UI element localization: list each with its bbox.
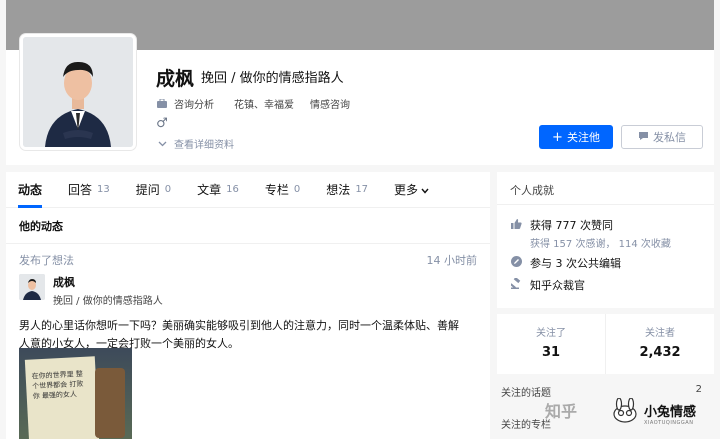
achievement-likes: 获得 777 次赞同 — [497, 215, 714, 235]
chat-bubble-icon — [638, 131, 649, 144]
tab-columns[interactable]: 专栏 0 — [265, 172, 300, 207]
message-button[interactable]: 发私信 — [621, 125, 703, 149]
following-stat[interactable]: 关注了 31 — [497, 314, 605, 374]
tab-questions[interactable]: 提问 0 — [136, 172, 171, 207]
position-text: 情感咨询 — [310, 100, 350, 111]
tab-more[interactable]: 更多 — [394, 172, 429, 207]
profile-header: 成枫 挽回 / 做你的情感指路人 咨询分析 花镇、幸福爱 情感咨询 ♂ 查看详细… — [6, 34, 714, 165]
feed-action: 发布了想法 — [19, 254, 74, 267]
tab-count: 0 — [164, 184, 172, 195]
profile-headline: 挽回 / 做你的情感指路人 — [201, 71, 344, 86]
followers-count: 2,432 — [639, 345, 681, 360]
author-avatar[interactable] — [19, 274, 45, 300]
feed-item-meta: 发布了想法 14 小时前 — [6, 244, 490, 268]
feed-time: 14 小时前 — [426, 254, 478, 267]
likes-text: 获得 777 次赞同 — [530, 219, 613, 232]
tab-articles[interactable]: 文章 16 — [197, 172, 239, 207]
achievements-title: 个人成就 — [497, 172, 714, 205]
tab-label: 回答 — [68, 183, 93, 197]
tab-count: 17 — [355, 184, 369, 195]
following-count: 31 — [541, 345, 561, 360]
tab-label: 专栏 — [264, 183, 289, 197]
followers-stat[interactable]: 关注者 2,432 — [605, 314, 714, 374]
profile-gender-line: ♂ — [156, 116, 168, 131]
tab-label: 动态 — [18, 183, 43, 197]
tab-thoughts[interactable]: 想法 17 — [326, 172, 368, 207]
tab-label: 想法 — [326, 183, 351, 197]
site-watermark: 知乎 — [545, 402, 578, 421]
tab-activity[interactable]: 动态 — [18, 172, 43, 208]
brand-subtext: XIAOTUQINGGAN — [644, 419, 694, 426]
tab-label: 提问 — [135, 183, 160, 197]
briefcase-icon — [156, 99, 168, 108]
achievement-edits: 参与 3 次公共编辑 — [497, 253, 714, 273]
tab-answers[interactable]: 回答 13 — [68, 172, 110, 207]
judge-text: 知乎众裁官 — [530, 279, 585, 292]
plus-icon: + — [552, 129, 563, 145]
achievements-card: 个人成就 获得 777 次赞同 获得 157 次感谢， 114 次收藏 参与 3… — [497, 172, 714, 308]
thumbs-up-icon — [510, 218, 522, 232]
company-text: 花镇、幸福爱 — [234, 100, 294, 111]
follow-stats-card: 关注了 31 关注者 2,432 — [497, 314, 714, 374]
feed-image-figure — [95, 368, 125, 438]
avatar[interactable] — [20, 34, 136, 150]
followed-topics-label: 关注的话题 — [501, 388, 551, 399]
follow-button[interactable]: + 关注他 — [539, 125, 613, 149]
profile-name: 成枫 — [156, 68, 195, 90]
industry-text: 咨询分析 — [174, 100, 214, 111]
profile-tabs: 动态 回答 13 提问 0 文章 16 专栏 0 想法 17 更多 — [6, 172, 490, 208]
rabbit-logo-icon — [610, 397, 640, 428]
chevron-down-icon — [421, 183, 429, 197]
likes-subtext: 获得 157 次感谢， 114 次收藏 — [530, 239, 671, 250]
brand-watermark: 小兔情感 XIAOTUQINGGAN — [610, 396, 716, 430]
feed-image[interactable]: 在你的世界里 整个世界都会 打败你 最强的女人 — [19, 348, 132, 439]
message-button-label: 发私信 — [653, 131, 686, 144]
tab-count: 16 — [226, 184, 239, 195]
achievement-judge: 知乎众裁官 — [497, 275, 714, 295]
brand-name: 小兔情感 — [644, 404, 697, 420]
feed-image-card: 在你的世界里 整个世界都会 打败你 最强的女人 — [24, 356, 100, 439]
gender-male-icon: ♂ — [156, 116, 168, 131]
view-details-link[interactable]: 查看详细资料 — [156, 136, 234, 151]
edits-text: 参与 3 次公共编辑 — [530, 257, 621, 270]
tab-label: 文章 — [197, 183, 222, 197]
tab-count: 0 — [293, 184, 301, 195]
view-details-label: 查看详细资料 — [174, 140, 234, 151]
gavel-icon — [509, 276, 522, 292]
main-content: 动态 回答 13 提问 0 文章 16 专栏 0 想法 17 更多 他的动态 发… — [6, 172, 490, 439]
chevron-down-icon — [156, 141, 168, 147]
followed-columns-label: 关注的专栏 — [501, 420, 551, 431]
activity-section-title: 他的动态 — [6, 208, 490, 244]
profile-business-line: 咨询分析 花镇、幸福爱 情感咨询 — [156, 96, 350, 111]
edit-circle-icon — [510, 256, 522, 270]
following-label: 关注了 — [536, 328, 566, 339]
tab-count: 13 — [97, 184, 110, 195]
feed-image-text: 在你的世界里 整个世界都会 打败你 最强的女人 — [31, 369, 84, 401]
author-headline: 挽回 / 做你的情感指路人 — [53, 296, 163, 307]
author-name[interactable]: 成枫 — [53, 274, 163, 290]
tab-label: 更多 — [394, 183, 419, 197]
follow-button-label: 关注他 — [566, 131, 600, 144]
followers-label: 关注者 — [645, 328, 675, 339]
avatar-photo — [23, 37, 133, 147]
feed-text: 男人的心里话你想听一下吗？美丽确实能够吸引到他人的注意力，同时一个温柔体贴、善解… — [19, 319, 459, 350]
feed-author[interactable]: 成枫 挽回 / 做你的情感指路人 — [6, 268, 490, 307]
